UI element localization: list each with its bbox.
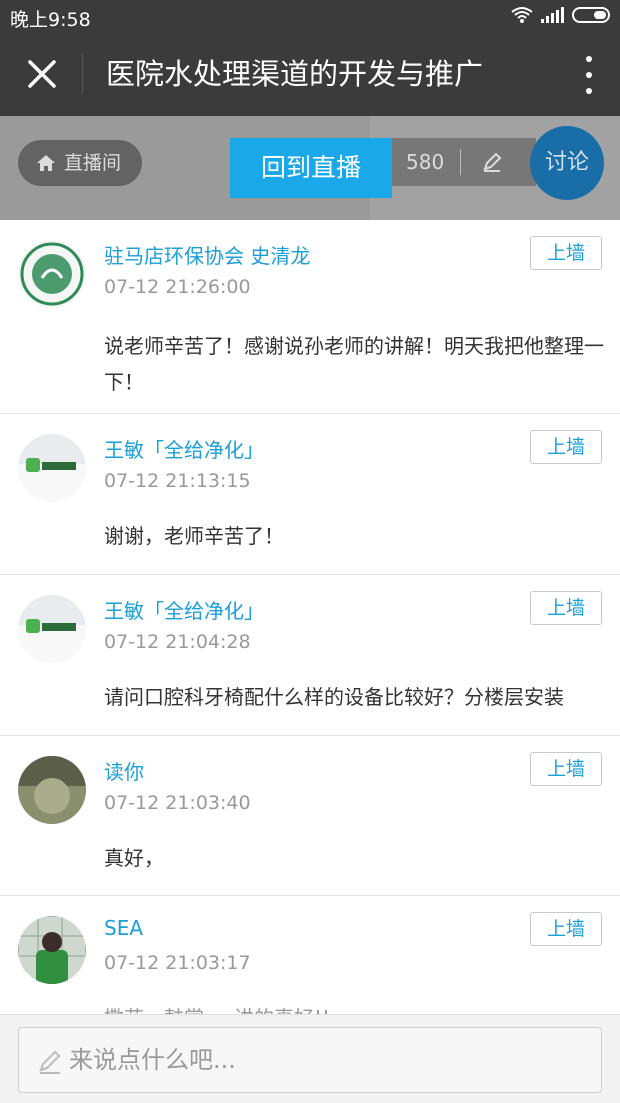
wifi-icon [511,7,533,23]
pin-to-wall-button[interactable]: 上墙 [530,912,602,946]
comment-input-placeholder: 来说点什么吧... [69,1046,236,1074]
comment-time: 07-12 21:13:15 [104,470,251,492]
live-room-label: 直播间 [64,152,122,174]
close-icon [28,60,56,88]
comment-author[interactable]: SEA [104,916,143,940]
avatar[interactable] [18,434,86,502]
edit-icon[interactable] [481,151,503,173]
comment-item: 驻马店环保协会 史清龙 07-12 21:26:00 说老师辛苦了！感谢说孙老师… [0,220,620,414]
comment-item: 王敏「全给净化」 07-12 21:13:15 谢谢，老师辛苦了！ 上墙 [0,414,620,575]
comment-author[interactable]: 读你 [104,756,144,785]
page-title: 医院水处理渠道的开发与推广 [106,57,484,91]
back-to-live-button[interactable]: 回到直播 [230,138,392,198]
avatar[interactable] [18,756,86,824]
comment-time: 07-12 21:26:00 [104,276,251,298]
comment-item: 王敏「全给净化」 07-12 21:04:28 请问口腔科牙椅配什么样的设备比较… [0,575,620,736]
more-dot-icon [586,72,592,78]
more-dot-icon [586,56,592,62]
comment-time: 07-12 21:04:28 [104,631,251,653]
pencil-icon [39,1050,61,1074]
avatar[interactable] [18,240,86,308]
status-time: 晚上9:58 [10,9,91,31]
stats-divider [460,149,462,175]
comment-time: 07-12 21:03:40 [104,792,251,814]
pin-to-wall-button[interactable]: 上墙 [530,752,602,786]
discuss-button[interactable]: 讨论 [530,126,604,200]
pin-to-wall-button[interactable]: 上墙 [530,236,602,270]
comment-text: 真好， [104,846,164,870]
battery-icon [572,7,610,23]
comment-author[interactable]: 驻马店环保协会 史清龙 [104,240,310,269]
viewer-stats: 580 [376,138,536,186]
home-icon [37,155,55,171]
title-divider [82,54,83,94]
comment-list: 驻马店环保协会 史清龙 07-12 21:26:00 说老师辛苦了！感谢说孙老师… [0,220,620,1036]
composer-bar: 来说点什么吧... [0,1014,620,1103]
pin-to-wall-button[interactable]: 上墙 [530,430,602,464]
pin-to-wall-button[interactable]: 上墙 [530,591,602,625]
comment-text: 谢谢，老师辛苦了！ [104,524,284,548]
comment-author[interactable]: 王敏「全给净化」 [104,434,264,463]
comment-input[interactable]: 来说点什么吧... [18,1027,602,1093]
avatar[interactable] [18,916,86,984]
live-room-button[interactable]: 直播间 [18,140,142,186]
comment-time: 07-12 21:03:17 [104,952,251,974]
comment-text: 说老师辛苦了！感谢说孙老师的讲解！明天我把他整理一下！ [104,334,604,394]
status-bar: 晚上9:58 [0,0,620,34]
comment-author[interactable]: 王敏「全给净化」 [104,595,264,624]
title-bar: 医院水处理渠道的开发与推广 [0,34,620,116]
more-menu-button[interactable] [584,56,594,94]
status-icons [511,6,610,24]
viewer-count: 580 [406,150,445,174]
avatar[interactable] [18,595,86,663]
comment-text: 请问口腔科牙椅配什么样的设备比较好？分楼层安装 [104,685,564,709]
signal-icon [541,7,564,23]
more-dot-icon [586,88,592,94]
comment-item: 读你 07-12 21:03:40 真好， 上墙 [0,736,620,896]
close-button[interactable] [20,52,64,96]
